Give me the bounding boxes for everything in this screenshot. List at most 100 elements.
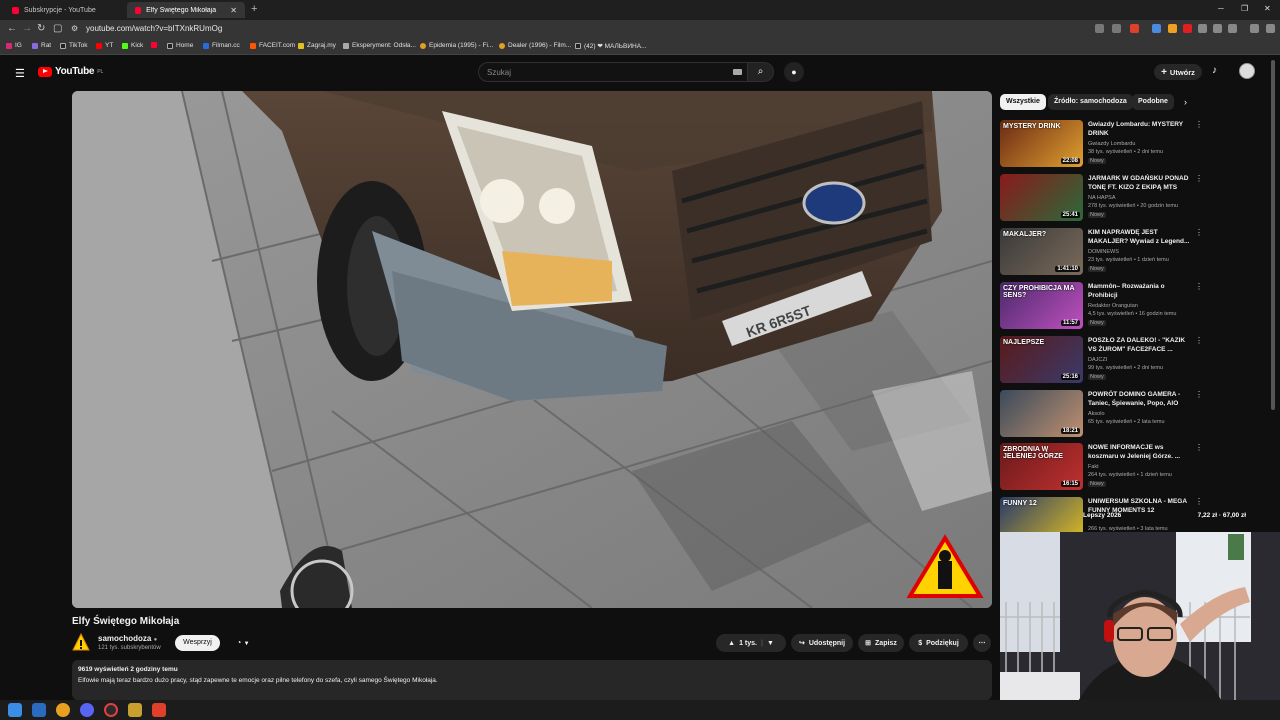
video-thumbnail[interactable]: NAJLEPSZE 25:16 bbox=[1000, 336, 1083, 383]
playlist-icon[interactable] bbox=[1250, 24, 1259, 33]
recommendation-title[interactable]: KIM NAPRAWDĘ JEST MAKALJER? Wywiad z Leg… bbox=[1088, 228, 1192, 246]
menu-icon[interactable] bbox=[1266, 24, 1275, 33]
back-icon[interactable]: ← bbox=[7, 23, 17, 34]
save-button[interactable]: ⊞ Zapisz bbox=[858, 634, 904, 652]
notifications-toggle[interactable]: ◔ ▼ bbox=[226, 635, 260, 651]
bookmark-icon[interactable]: ▢ bbox=[53, 23, 62, 34]
new-tab-button[interactable]: + bbox=[251, 3, 257, 15]
recommendation-channel[interactable]: DOMINEWS bbox=[1088, 249, 1119, 255]
recommendation-item[interactable]: MYSTERY DRINK 22:08 Gwiazdy Lombardu: MYST… bbox=[1000, 120, 1203, 170]
support-button[interactable]: Wesprzyj bbox=[175, 635, 220, 651]
bookmark-item[interactable]: YT bbox=[96, 42, 113, 49]
video-thumbnail[interactable]: 18:21 bbox=[1000, 390, 1083, 437]
notifications-bell-icon[interactable]: ♪ bbox=[1212, 65, 1217, 76]
recommendation-channel[interactable]: NA HAPSA bbox=[1088, 195, 1116, 201]
recommendation-channel[interactable]: DAJCZI bbox=[1088, 357, 1107, 363]
chevron-right-icon[interactable]: › bbox=[1184, 97, 1187, 107]
recommendation-item[interactable]: MAKALJER? 1:41:10 KIM NAPRAWDĘ JEST MAKALJ… bbox=[1000, 228, 1203, 278]
recommendation-title[interactable]: POSZŁO ZA DALEKO! - "KAZIK VS ŻUROM" FAC… bbox=[1088, 336, 1192, 354]
close-window-icon[interactable]: ✕ bbox=[1264, 4, 1271, 13]
forward-icon[interactable]: → bbox=[22, 23, 32, 34]
taskbar-app-icon[interactable] bbox=[128, 703, 142, 717]
recommendation-item[interactable]: 18:21 POWRÓT DOMINO GAMERA - Taniec, Śpie… bbox=[1000, 390, 1203, 440]
extension-icon[interactable] bbox=[1152, 24, 1161, 33]
bookmark-item[interactable] bbox=[151, 42, 160, 48]
account-avatar[interactable] bbox=[1239, 63, 1255, 79]
thanks-button[interactable]: $ Podziękuj bbox=[909, 634, 968, 652]
minimize-icon[interactable]: ─ bbox=[1218, 4, 1224, 13]
bookmark-item[interactable]: Eksperyment: Odsła... bbox=[343, 42, 416, 49]
recommendation-title[interactable]: Gwiazdy Lombardu: MYSTERY DRINK bbox=[1088, 120, 1192, 138]
start-menu-icon[interactable] bbox=[8, 703, 22, 717]
search-input[interactable]: Szukaj bbox=[478, 62, 748, 82]
video-thumbnail[interactable]: MAKALJER? 1:41:10 bbox=[1000, 228, 1083, 275]
chip-all[interactable]: Wszystkie bbox=[1000, 94, 1046, 110]
extension-icon[interactable] bbox=[1112, 24, 1121, 33]
extension-icon[interactable] bbox=[1228, 24, 1237, 33]
channel-name[interactable]: samochodoza ● bbox=[98, 634, 157, 643]
recommendation-title[interactable]: POWRÓT DOMINO GAMERA - Taniec, Śpiewanie… bbox=[1088, 390, 1192, 408]
more-options-icon[interactable]: ⋮ bbox=[1195, 336, 1203, 345]
recommendation-item[interactable]: CZY PROHIBICJA MA SENS? 11:57 Mammôn– Rozw… bbox=[1000, 282, 1203, 332]
like-button[interactable]: ▲ 1 tys. bbox=[728, 640, 757, 647]
extension-icon[interactable] bbox=[1095, 24, 1104, 33]
discord-icon[interactable] bbox=[80, 703, 94, 717]
reload-icon[interactable]: ↻ bbox=[37, 23, 45, 34]
more-options-icon[interactable]: ⋮ bbox=[1195, 497, 1203, 506]
chip-related[interactable]: Podobne bbox=[1132, 94, 1174, 110]
create-button[interactable]: + Utwórz bbox=[1154, 64, 1202, 80]
maximize-icon[interactable]: ❐ bbox=[1241, 4, 1248, 13]
bookmark-item[interactable]: (42) ❤ МАЛЬВИНА... bbox=[575, 42, 647, 50]
more-options-icon[interactable]: ⋮ bbox=[1195, 443, 1203, 452]
more-options-icon[interactable]: ⋮ bbox=[1195, 174, 1203, 183]
page-scrollbar[interactable] bbox=[1271, 60, 1275, 410]
recommendation-channel[interactable]: Gwiazdy Lombardu bbox=[1088, 141, 1135, 147]
recommendation-title[interactable]: JARMARK W GDAŃSKU PONAD TONĘ FT. KIZO Z … bbox=[1088, 174, 1192, 192]
brave-icon[interactable] bbox=[152, 703, 166, 717]
tab-current-video[interactable]: Elfy Świętego Mikołaja - YouTu ✕ bbox=[127, 2, 245, 18]
voice-search-button[interactable]: ● bbox=[784, 62, 804, 82]
bookmark-item[interactable]: Kick bbox=[122, 42, 143, 49]
more-options-icon[interactable]: ⋮ bbox=[1195, 282, 1203, 291]
extension-icon[interactable] bbox=[1183, 24, 1192, 33]
dislike-button[interactable]: ▼ bbox=[767, 640, 774, 647]
obs-icon[interactable] bbox=[104, 703, 118, 717]
hamburger-menu-icon[interactable]: ☰ bbox=[15, 67, 25, 80]
recommendation-channel[interactable]: Aksolo bbox=[1088, 411, 1105, 417]
video-thumbnail[interactable]: MYSTERY DRINK 22:08 bbox=[1000, 120, 1083, 167]
recommendation-channel[interactable]: Fakt bbox=[1088, 464, 1099, 470]
download-icon[interactable] bbox=[1213, 24, 1222, 33]
video-thumbnail[interactable]: CZY PROHIBICJA MA SENS? 11:57 bbox=[1000, 282, 1083, 329]
extension-icon[interactable] bbox=[1168, 24, 1177, 33]
bookmark-item[interactable]: TikTok bbox=[60, 42, 88, 49]
more-actions-button[interactable]: ⋯ bbox=[973, 634, 991, 652]
chrome-icon[interactable] bbox=[56, 703, 70, 717]
more-options-icon[interactable]: ⋮ bbox=[1195, 390, 1203, 399]
video-player[interactable]: KR 6R5ST bbox=[72, 91, 992, 608]
bookmark-item[interactable]: Rat bbox=[32, 42, 51, 49]
recommendation-item[interactable]: 25:41 JARMARK W GDAŃSKU PONAD TONĘ FT. KI… bbox=[1000, 174, 1203, 224]
bookmark-item[interactable]: Epidemia (1995) - Fi... bbox=[420, 42, 493, 49]
bookmark-item[interactable]: Zagraj.my bbox=[298, 42, 336, 49]
recommendation-channel[interactable]: Redaktor Orangutan bbox=[1088, 303, 1138, 309]
brave-shield-icon[interactable] bbox=[1130, 24, 1139, 33]
extension-icon[interactable] bbox=[1198, 24, 1207, 33]
chip-from-channel[interactable]: Źródło: samochodoza bbox=[1048, 94, 1133, 110]
taskbar-app-icon[interactable] bbox=[32, 703, 46, 717]
share-button[interactable]: ↪ Udostępnij bbox=[791, 634, 853, 652]
recommendation-title[interactable]: NOWE INFORMACJE ws koszmaru w Jeleniej G… bbox=[1088, 443, 1192, 461]
url-field[interactable]: youtube.com/watch?v=bITXnkRUmOg bbox=[86, 24, 222, 33]
site-info-icon[interactable]: ⚙ bbox=[71, 24, 78, 33]
bookmark-item[interactable]: Filman.cc bbox=[203, 42, 240, 49]
video-thumbnail[interactable]: 25:41 bbox=[1000, 174, 1083, 221]
keyboard-icon[interactable] bbox=[733, 69, 742, 75]
more-options-icon[interactable]: ⋮ bbox=[1195, 120, 1203, 129]
bookmark-item[interactable]: IG bbox=[6, 42, 22, 49]
description-box[interactable]: 9619 wyświetleń 2 godziny temu Elfowie m… bbox=[72, 660, 992, 700]
bookmark-item[interactable]: Home bbox=[167, 42, 193, 49]
recommendation-title[interactable]: Mammôn– Rozważania o Prohibicji bbox=[1088, 282, 1192, 300]
bookmark-item[interactable]: FACEIT.com bbox=[250, 42, 295, 49]
search-button[interactable]: ⌕ bbox=[748, 62, 774, 82]
more-options-icon[interactable]: ⋮ bbox=[1195, 228, 1203, 237]
video-thumbnail[interactable]: ZBRODNIA W JELENIEJ GÓRZE 16:15 bbox=[1000, 443, 1083, 490]
